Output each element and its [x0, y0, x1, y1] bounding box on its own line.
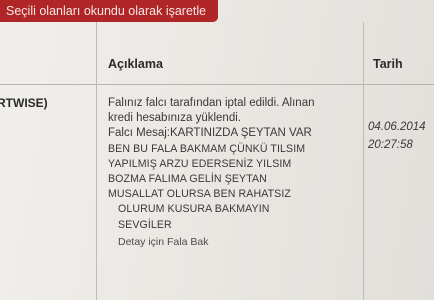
messages-table: Açıklama Tarih RTWISE) Falınız falcı tar… — [0, 22, 434, 300]
falci-message-line: SEVGİLER — [118, 218, 172, 231]
messages-screen: Seçili olanları okundu olarak işaretle A… — [0, 0, 434, 300]
table-cell-description: Falınız falcı tarafından iptal edildi. A… — [108, 96, 358, 250]
falci-message-line: BEN BU FALA BAKMAM ÇÜNKÜ TILSIM — [108, 142, 306, 155]
column-header-date[interactable]: Tarih — [373, 57, 403, 71]
table-header-row: Açıklama Tarih — [0, 22, 434, 85]
falci-message-line: Falcı Mesaj:KARTINIZDA ŞEYTAN VAR — [108, 127, 312, 140]
detail-link[interactable]: Detay için Fala Bak — [108, 235, 358, 250]
table-cell-user: RTWISE) — [0, 96, 48, 110]
falci-message-line: BOZMA FALIMA GELİN ŞEYTAN — [108, 173, 267, 186]
column-header-description[interactable]: Açıklama — [108, 57, 163, 71]
falci-message-line: YAPILMIŞ ARZU EDERSENİZ YILSIM — [108, 157, 292, 170]
description-line: Falınız falcı tarafından iptal edildi. A… — [108, 97, 315, 109]
date-value: 04.06.2014 — [368, 121, 426, 133]
mark-as-read-label: Seçili olanları okundu olarak işaretle — [6, 4, 207, 18]
time-value: 20:27:58 — [368, 139, 413, 151]
falci-message-line: OLURUM KUSURA BAKMAYIN — [118, 203, 270, 216]
column-divider — [363, 22, 364, 300]
mark-as-read-button[interactable]: Seçili olanları okundu olarak işaretle — [0, 0, 218, 22]
table-cell-date: 04.06.2014 20:27:58 — [368, 118, 426, 154]
column-divider — [96, 22, 97, 300]
falci-message-line: MUSALLAT OLURSA BEN RAHATSIZ — [108, 188, 291, 201]
description-line: kredi hesabınıza yüklendi. — [108, 112, 241, 125]
